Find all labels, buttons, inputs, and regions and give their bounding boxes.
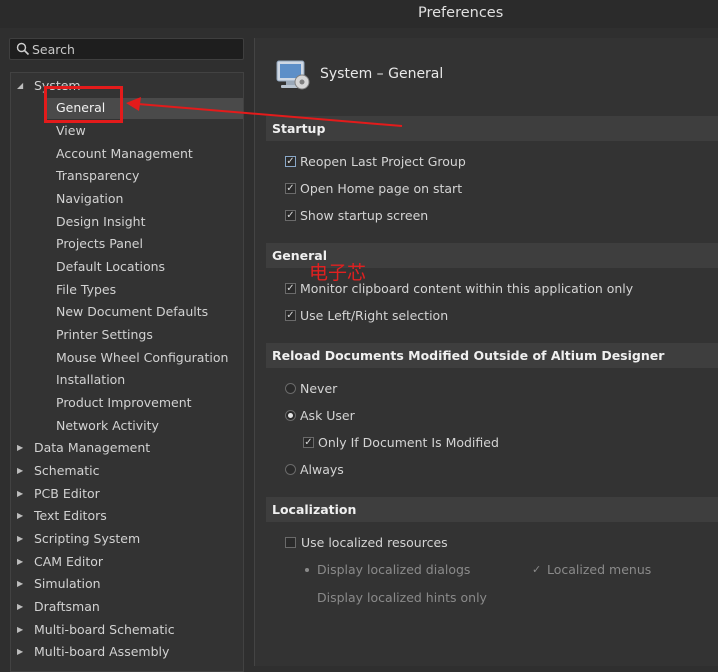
annotation-arrow [126, 97, 403, 127]
watermark: 电子芯 [309, 262, 367, 284]
